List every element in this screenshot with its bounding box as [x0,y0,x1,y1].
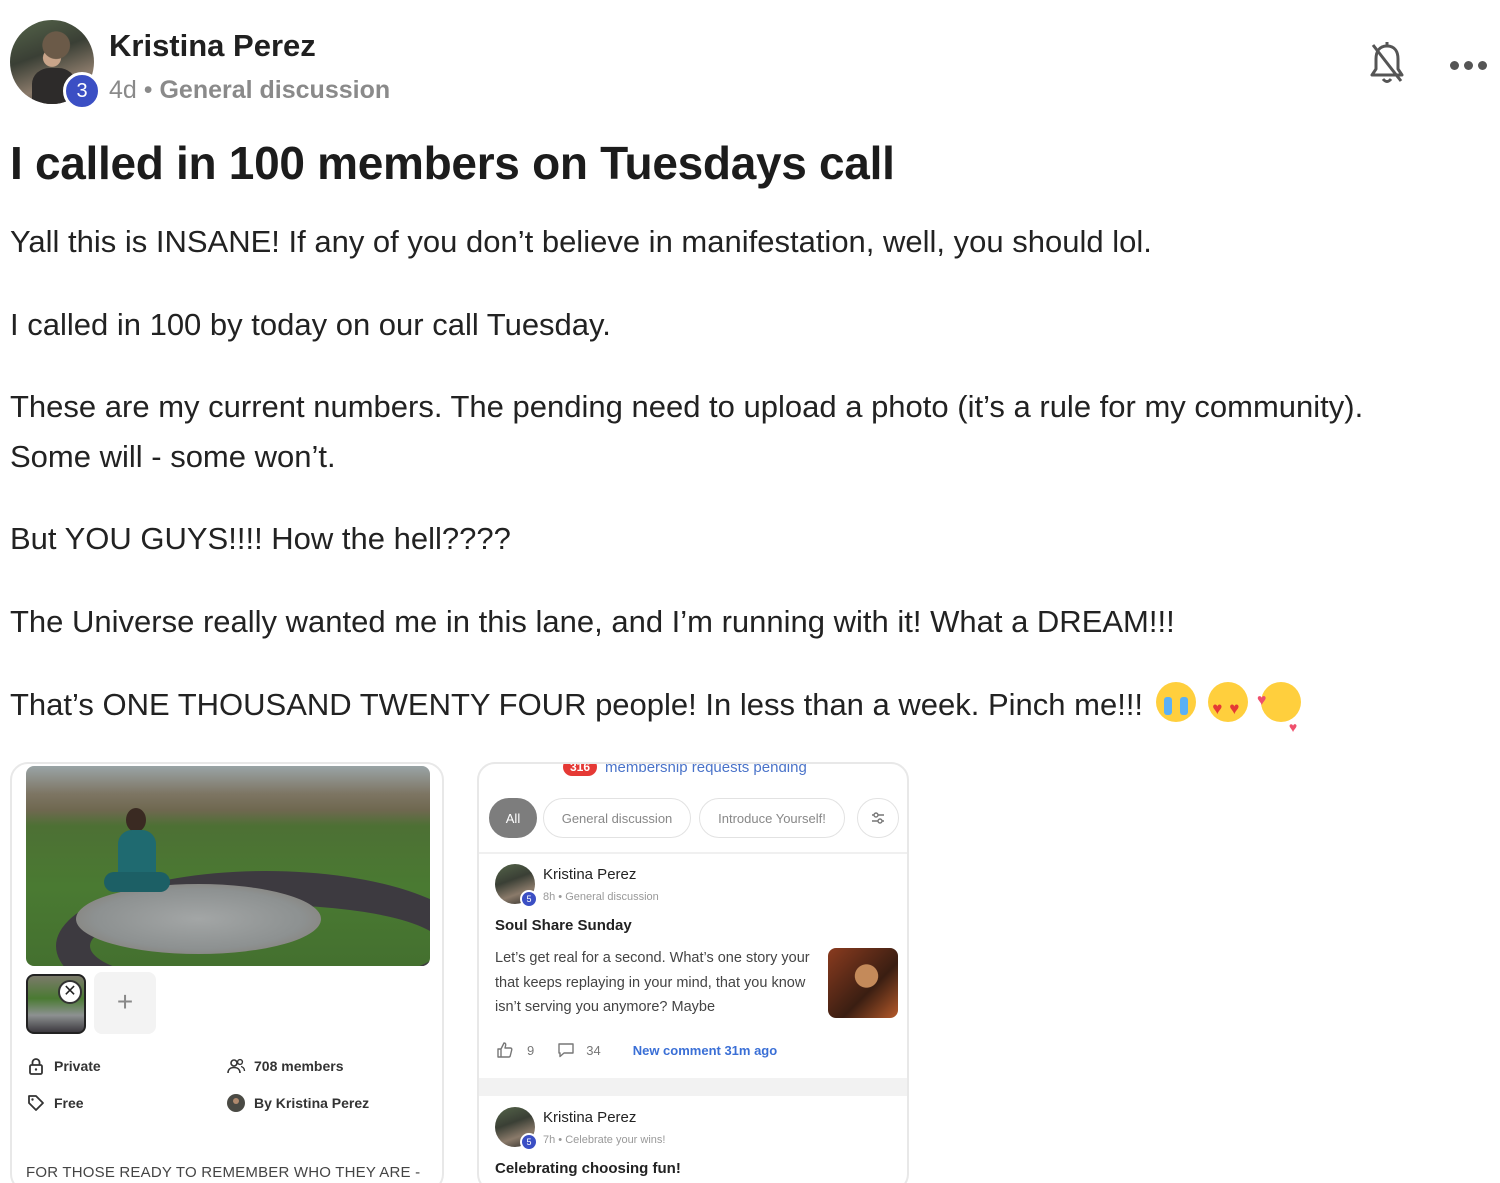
post1-title: Soul Share Sunday [495,917,632,934]
image-thumbnail: ✕ [26,974,86,1034]
owner-label: By Kristina Perez [254,1095,370,1111]
post2-title: Celebrating choosing fun! [495,1160,681,1177]
crying-face-icon [1155,682,1196,722]
post1-stats: 9 34 New comment 31m ago [495,1040,777,1060]
smiling-face-with-hearts-icon [1257,676,1301,752]
post-meta: 4d • General discussion [109,76,390,105]
post1-comments: 34 [586,1042,601,1058]
add-image-icon: + [94,972,156,1034]
post1-meta: 8h • General discussion [543,891,659,903]
post-paragraph-6-text: That’s ONE THOUSAND TWENTY FOUR people! … [10,687,1144,722]
requests-text: membership requests pending [605,762,807,776]
author-name[interactable]: Kristina Perez [109,28,316,64]
attached-image-community-feed[interactable]: 316 membership requests pending All Gene… [477,762,909,1183]
price-label: Free [54,1095,84,1111]
post-paragraph-3b: Some will - some won’t. [10,439,336,474]
filter-chip-general: General discussion [543,798,691,838]
post-header: 3 Kristina Perez 4d • General discussion [10,20,1500,110]
post-paragraph-6: That’s ONE THOUSAND TWENTY FOUR people! … [10,676,1301,752]
like-icon [497,1042,513,1058]
more-options-icon[interactable] [1450,58,1490,72]
post1-excerpt: Let’s get real for a second. What’s one … [495,950,810,1015]
notification-off-bell-icon[interactable] [1368,40,1406,86]
post2-level-badge: 5 [520,1133,538,1151]
divider [479,852,907,854]
post1-author: Kristina Perez [543,866,637,883]
members-info: 708 members [226,1056,344,1076]
membership-requests: 316 membership requests pending [563,762,807,776]
post-title: I called in 100 members on Tuesdays call [10,137,895,189]
remove-icon: ✕ [58,980,82,1004]
post-paragraph-1: Yall this is INSANE! If any of you don’t… [10,224,1152,259]
filter-chip-introduce: Introduce Yourself! [699,798,845,838]
meditation-photo [26,766,430,966]
post-category[interactable]: General discussion [159,76,390,104]
post-paragraph-2: I called in 100 by today on our call Tue… [10,307,611,342]
members-count: 708 members [254,1058,344,1074]
filter-chip-all: All [489,798,537,838]
post1-new-comment: New comment 31m ago [632,1042,778,1058]
level-badge: 3 [63,72,101,110]
feed-separator [479,1078,907,1096]
comment-icon [558,1043,574,1058]
lock-icon [29,1058,43,1075]
post-time: 4d [109,76,137,104]
post2-meta: 7h • Celebrate your wins! [543,1134,666,1146]
post1-likes: 9 [527,1042,535,1058]
post2-author: Kristina Perez [543,1109,637,1126]
post1-level-badge: 5 [520,890,538,908]
privacy-info: Private [26,1056,101,1076]
attached-image-community-about[interactable]: ✕ + Private 708 members Free By Kristina… [10,762,444,1183]
heart-eyes-face-icon [1208,682,1249,734]
filter-settings-icon [857,798,899,838]
meta-separator: • [143,76,153,104]
post-paragraph-4: But YOU GUYS!!!! How the hell???? [10,521,511,556]
privacy-label: Private [54,1058,101,1074]
owner-info: By Kristina Perez [226,1093,369,1113]
requests-count: 316 [563,764,598,776]
members-icon [227,1058,246,1074]
owner-avatar-icon [227,1094,245,1112]
community-tagline: FOR THOSE READY TO REMEMBER WHO THEY ARE… [26,1164,421,1181]
post-paragraph-5: The Universe really wanted me in this la… [10,604,1175,639]
post-paragraph-3: These are my current numbers. The pendin… [10,389,1364,424]
price-info: Free [26,1093,84,1113]
tag-icon [28,1095,44,1111]
post1-thumbnail [828,948,898,1018]
